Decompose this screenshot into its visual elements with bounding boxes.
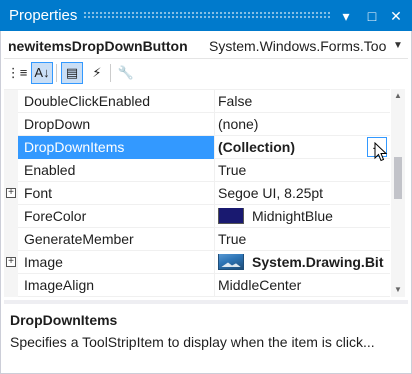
properties-icon[interactable]: ▤ xyxy=(61,62,83,84)
property-name: DropDownItems xyxy=(18,136,214,159)
toolbar-separator xyxy=(56,64,57,82)
object-name: newitemsDropDownButton xyxy=(8,38,188,54)
expand-plus-icon[interactable]: + xyxy=(6,257,16,267)
property-name: DoubleClickEnabled xyxy=(24,93,151,109)
property-pages-icon[interactable]: 🔧 xyxy=(115,62,137,84)
property-row-font[interactable]: + Font Segoe UI, 8.25pt xyxy=(4,182,390,205)
property-value: MidnightBlue xyxy=(252,208,333,224)
property-name: Enabled xyxy=(24,162,76,178)
scroll-down-icon[interactable]: ▼ xyxy=(391,283,405,297)
property-name: Font xyxy=(24,185,53,201)
property-value[interactable]: True xyxy=(218,231,388,247)
object-type: System.Windows.Forms.Too xyxy=(209,38,387,54)
column-divider[interactable] xyxy=(214,136,215,159)
column-divider[interactable] xyxy=(214,159,215,182)
mouse-cursor-icon xyxy=(374,142,388,162)
description-title: DropDownItems xyxy=(10,312,118,328)
properties-toolbar: ⋮≡ A↓ ▤ ⚡ 🔧 xyxy=(4,60,408,86)
title-bar: Properties ▾ □ ✕ xyxy=(0,0,412,31)
row-margin xyxy=(4,205,18,228)
description-pane: DropDownItems Specifies a ToolStripItem … xyxy=(4,304,408,370)
column-divider[interactable] xyxy=(214,228,215,251)
property-row-forecolor[interactable]: ForeColor MidnightBlue xyxy=(4,205,390,228)
property-row-dropdown[interactable]: DropDown (none) xyxy=(4,113,390,136)
property-value[interactable]: (Collection) xyxy=(218,139,388,155)
property-value[interactable]: True xyxy=(218,162,388,178)
row-margin xyxy=(4,136,18,159)
row-margin xyxy=(4,274,18,297)
column-divider[interactable] xyxy=(214,113,215,136)
row-margin xyxy=(4,113,18,136)
categorized-icon[interactable]: ⋮≡ xyxy=(6,62,28,84)
property-grid: DoubleClickEnabled False DropDown (none)… xyxy=(4,89,390,297)
property-row-imagealign[interactable]: ImageAlign MiddleCenter xyxy=(4,274,390,297)
toolbar-separator xyxy=(110,64,111,82)
property-value-container[interactable]: MidnightBlue xyxy=(218,208,388,226)
property-name: Image xyxy=(24,254,63,270)
property-row-image[interactable]: + Image System.Drawing.Bit xyxy=(4,251,390,274)
vertical-scrollbar[interactable]: ▲ ▼ xyxy=(391,89,405,297)
property-row-generatemember[interactable]: GenerateMember True xyxy=(4,228,390,251)
property-value[interactable]: False xyxy=(218,93,388,109)
column-divider[interactable] xyxy=(214,274,215,297)
alphabetical-icon[interactable]: A↓ xyxy=(31,62,53,84)
description-text: Specifies a ToolStripItem to display whe… xyxy=(10,334,375,350)
expand-plus-icon[interactable]: + xyxy=(6,188,16,198)
property-value: System.Drawing.Bit xyxy=(252,254,384,270)
maximize-button[interactable]: □ xyxy=(362,6,382,26)
row-margin xyxy=(4,228,18,251)
property-name: ForeColor xyxy=(24,208,87,224)
property-row-enabled[interactable]: Enabled True xyxy=(4,159,390,182)
scroll-up-icon[interactable]: ▲ xyxy=(391,89,405,103)
close-button[interactable]: ✕ xyxy=(386,6,406,26)
property-value[interactable]: Segoe UI, 8.25pt xyxy=(218,185,388,201)
property-name: GenerateMember xyxy=(24,231,134,247)
color-swatch xyxy=(218,208,244,225)
property-name: ImageAlign xyxy=(24,277,95,293)
row-margin xyxy=(4,90,18,113)
window-position-dropdown-button[interactable]: ▾ xyxy=(336,6,356,26)
property-name: DropDown xyxy=(24,116,91,132)
row-margin xyxy=(4,159,18,182)
property-row-dropdownitems[interactable]: DropDownItems (Collection) ... xyxy=(4,136,390,159)
property-row-doubleclickenabled[interactable]: DoubleClickEnabled False xyxy=(4,90,390,113)
title-grip[interactable] xyxy=(83,11,330,20)
scrollbar-thumb[interactable] xyxy=(394,157,402,199)
chevron-down-icon[interactable]: ▼ xyxy=(390,37,406,55)
property-value[interactable]: MiddleCenter xyxy=(218,277,388,293)
column-divider[interactable] xyxy=(214,90,215,113)
window-title: Properties xyxy=(9,7,78,24)
column-divider[interactable] xyxy=(214,182,215,205)
image-thumbnail-icon xyxy=(218,254,244,271)
property-value[interactable]: (none) xyxy=(218,116,388,132)
events-icon[interactable]: ⚡ xyxy=(86,62,108,84)
column-divider[interactable] xyxy=(214,251,215,274)
column-divider[interactable] xyxy=(214,205,215,228)
property-value-container[interactable]: System.Drawing.Bit xyxy=(218,254,388,272)
object-selector[interactable]: newitemsDropDownButton System.Windows.Fo… xyxy=(4,35,408,59)
